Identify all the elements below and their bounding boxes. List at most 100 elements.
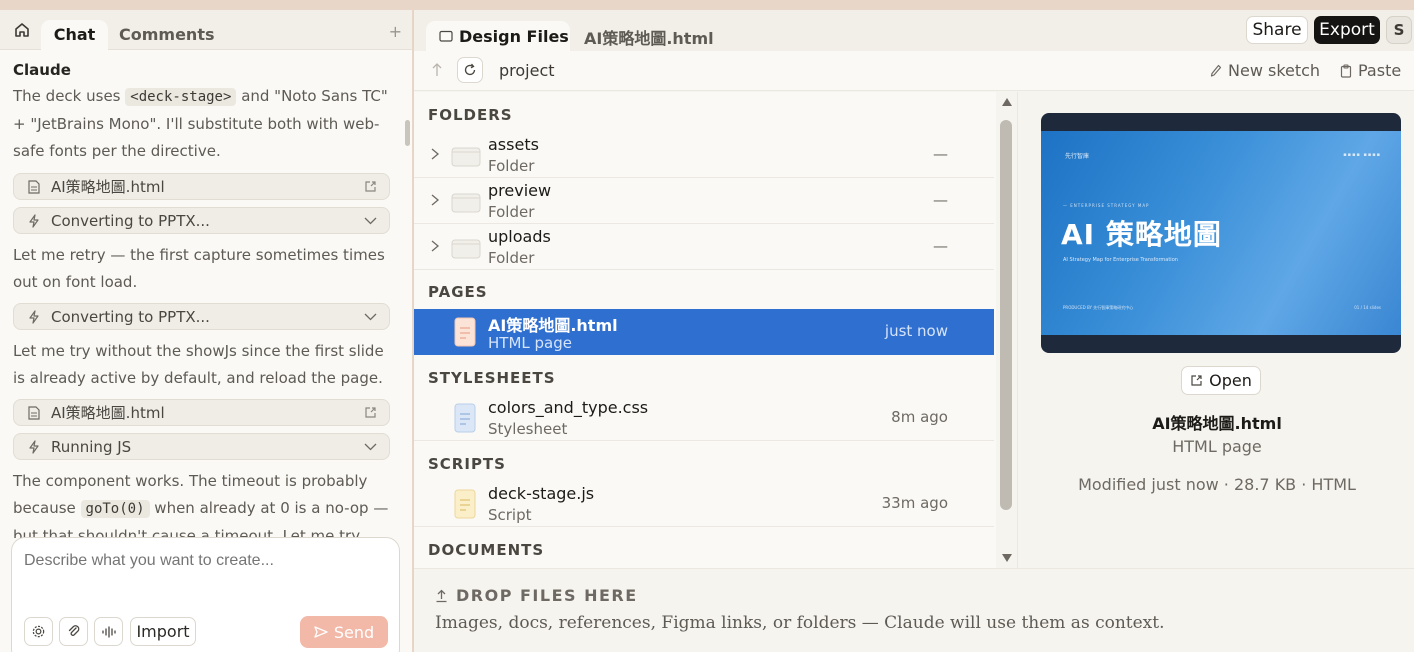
chat-scrollbar[interactable]	[405, 120, 410, 146]
file-modified: 33m ago	[881, 494, 948, 512]
lightning-icon	[27, 213, 41, 228]
share-button[interactable]: Share	[1246, 16, 1308, 44]
open-label: Open	[1209, 371, 1252, 390]
tab-label: Design Files	[459, 26, 569, 46]
file-type: Script	[488, 506, 532, 524]
folder-row[interactable]: assets Folder —	[414, 132, 994, 178]
file-modified: —	[933, 145, 948, 163]
slide-footer: PRODUCED BY 先行智庫策略研究中心	[1063, 305, 1134, 310]
send-icon	[314, 626, 328, 638]
chevron-down-icon[interactable]	[363, 214, 377, 228]
send-button[interactable]: Send	[300, 616, 388, 648]
open-external-icon[interactable]	[363, 406, 377, 420]
folder-icon	[451, 147, 481, 167]
drop-zone[interactable]: DROP FILES HERE Images, docs, references…	[414, 568, 1414, 652]
tab-comments[interactable]: Comments	[119, 20, 215, 51]
file-name: deck-stage.js	[488, 484, 595, 503]
attach-button[interactable]	[59, 617, 88, 646]
section-scripts: SCRIPTS	[428, 455, 506, 473]
scrollbar-thumb[interactable]	[1000, 120, 1012, 510]
paste-button[interactable]: Paste	[1340, 61, 1401, 80]
open-external-icon[interactable]	[363, 180, 377, 194]
lightning-icon	[27, 439, 41, 454]
chevron-down-icon[interactable]	[363, 440, 377, 454]
waveform-icon	[101, 625, 116, 638]
page-row-selected[interactable]: AI策略地圖.html HTML page just now	[414, 309, 994, 355]
section-pages: PAGES	[428, 283, 488, 301]
new-sketch-label: New sketch	[1228, 61, 1321, 80]
message-list: Claude The deck uses <deck-stage> and "N…	[0, 50, 402, 538]
file-name: preview	[488, 181, 552, 200]
drop-title-label: DROP FILES HERE	[456, 586, 638, 605]
chevron-right-icon[interactable]	[430, 146, 440, 162]
file-list: FOLDERS assets Folder — preview Folder —…	[414, 92, 996, 568]
slide-nav: ▪▪▪▪ ▪▪▪▪	[1343, 152, 1381, 158]
send-label: Send	[333, 622, 375, 642]
tab-chat[interactable]: Chat	[41, 20, 108, 51]
voice-button[interactable]	[94, 617, 123, 646]
home-icon[interactable]	[12, 20, 32, 40]
folder-row[interactable]: uploads Folder —	[414, 224, 994, 270]
export-button[interactable]: Export	[1314, 16, 1380, 44]
inline-code: <deck-stage>	[125, 88, 237, 106]
chevron-down-icon[interactable]	[363, 310, 377, 324]
file-preview: 先行智庫 ▪▪▪▪ ▪▪▪▪ — ENTERPRISE STRATEGY MAP…	[1017, 92, 1414, 568]
file-modified: —	[933, 237, 948, 255]
drop-title: DROP FILES HERE	[435, 586, 638, 605]
tool-chip[interactable]: Running JS	[13, 433, 390, 460]
scroll-down-icon[interactable]	[1002, 554, 1012, 562]
chat-tabbar: Chat Comments +	[0, 10, 412, 51]
file-type: Folder	[488, 157, 535, 175]
current-path: project	[499, 61, 555, 80]
tab-file[interactable]: AI策略地圖.html	[584, 25, 714, 49]
chat-panel: Chat Comments + Claude The deck uses <de…	[0, 10, 412, 652]
file-tabbar: Design Files AI策略地圖.html Share Export S	[414, 10, 1414, 51]
preview-thumbnail[interactable]: 先行智庫 ▪▪▪▪ ▪▪▪▪ — ENTERPRISE STRATEGY MAP…	[1041, 113, 1401, 353]
inline-code: goTo(0)	[80, 500, 150, 518]
file-modified: just now	[884, 322, 948, 340]
file-name: uploads	[488, 227, 551, 246]
folder-row[interactable]: preview Folder —	[414, 178, 994, 224]
tab-design-files[interactable]: Design Files	[426, 21, 570, 51]
import-button[interactable]: Import	[130, 617, 196, 646]
file-name: colors_and_type.css	[488, 398, 649, 417]
slide-footer-right: 01 / 14 slides	[1354, 305, 1381, 310]
slide-title: AI 策略地圖	[1061, 218, 1222, 251]
message-paragraph: The component works. The timeout is prob…	[13, 468, 393, 538]
chip-label: Converting to PPTX...	[51, 211, 210, 230]
chip-label: Running JS	[51, 437, 132, 456]
document-icon	[27, 405, 41, 420]
new-sketch-button[interactable]: New sketch	[1210, 61, 1320, 80]
drop-description: Images, docs, references, Figma links, o…	[435, 613, 1165, 633]
tool-chip[interactable]: Converting to PPTX...	[13, 207, 390, 234]
composer: Import Send	[11, 537, 400, 652]
arrow-up-icon[interactable]	[430, 61, 444, 79]
refresh-button[interactable]	[457, 57, 483, 83]
slide-subtitle: AI Strategy Map for Enterprise Transform…	[1063, 257, 1178, 263]
section-folders: FOLDERS	[428, 106, 513, 124]
settings-button[interactable]	[24, 617, 53, 646]
scroll-up-icon[interactable]	[1002, 98, 1012, 106]
preview-file-meta: Modified just now · 28.7 KB · HTML	[1078, 475, 1356, 494]
open-external-icon	[1191, 375, 1202, 386]
file-name: assets	[488, 135, 539, 154]
open-button[interactable]: Open	[1181, 366, 1261, 395]
file-type: Folder	[488, 203, 535, 221]
add-tab-button[interactable]: +	[389, 22, 402, 41]
script-row[interactable]: deck-stage.js Script 33m ago	[414, 481, 994, 527]
file-modified: 8m ago	[891, 408, 948, 426]
file-list-scrollbar[interactable]	[999, 92, 1013, 568]
stylesheet-row[interactable]: colors_and_type.css Stylesheet 8m ago	[414, 395, 994, 441]
html-file-icon	[454, 317, 476, 347]
file-chip[interactable]: AI策略地圖.html	[13, 399, 390, 426]
tool-chip[interactable]: Converting to PPTX...	[13, 303, 390, 330]
file-name: AI策略地圖.html	[488, 316, 618, 335]
file-chip[interactable]: AI策略地圖.html	[13, 173, 390, 200]
slide-brand: 先行智庫	[1065, 153, 1090, 160]
avatar[interactable]: S	[1386, 16, 1412, 44]
chevron-right-icon[interactable]	[430, 192, 440, 208]
chevron-right-icon[interactable]	[430, 238, 440, 254]
preview-file-name: AI策略地圖.html	[1152, 414, 1282, 433]
prompt-input[interactable]	[24, 552, 384, 570]
clipboard-icon	[1340, 63, 1352, 78]
